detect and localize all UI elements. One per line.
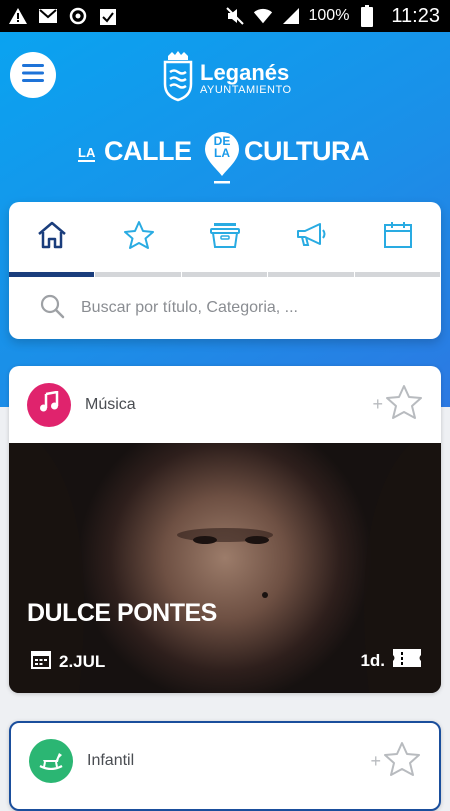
sync-icon <box>68 6 88 26</box>
event-card-header: Música + <box>9 366 441 443</box>
event-card-header: Infantil + <box>11 723 439 799</box>
search-input[interactable] <box>79 298 423 318</box>
pin-text-la: LA <box>214 146 230 160</box>
battery-percent: 100% <box>308 7 350 24</box>
leganes-logo: Leganés AYUNTAMIENTO <box>162 50 292 107</box>
calendar-icon <box>382 220 414 255</box>
basket-icon <box>208 220 242 255</box>
calle-de-la-cultura-logo: LA CALLE DE LA CULTURA <box>78 130 378 190</box>
search-icon <box>39 293 65 324</box>
clock: 11:23 <box>391 4 440 27</box>
tab-announcements[interactable] <box>268 202 354 272</box>
tab-home[interactable] <box>9 202 95 272</box>
ticket-icon <box>393 649 421 672</box>
wifi-icon <box>253 6 273 26</box>
tab-bar <box>9 202 441 272</box>
category-label: Infantil <box>87 752 135 769</box>
star-outline-icon <box>383 741 421 782</box>
plus-icon: + <box>372 394 383 414</box>
tab-shop[interactable] <box>182 202 268 272</box>
battery-icon <box>357 5 377 27</box>
event-card[interactable]: Música + DULCE PONTES 2.JUL 1d. <box>9 366 441 693</box>
event-duration-text: 1d. <box>360 650 385 670</box>
coat-of-arms-icon <box>162 50 194 107</box>
logo-cultura: CULTURA <box>244 136 369 166</box>
event-duration: 1d. <box>360 649 421 672</box>
signal-icon <box>281 6 301 26</box>
event-card[interactable]: Infantil + <box>9 721 441 811</box>
star-icon <box>123 220 155 255</box>
brand-subtitle: AYUNTAMIENTO <box>200 83 292 96</box>
status-bar: 100% 11:23 <box>0 0 450 32</box>
search-bar[interactable] <box>9 277 441 339</box>
favorite-button[interactable]: + <box>372 384 423 425</box>
music-note-icon <box>38 390 60 418</box>
brand-name: Leganés <box>200 59 290 85</box>
star-outline-icon <box>385 384 423 425</box>
event-date: 2.JUL <box>31 649 105 674</box>
mail-icon <box>38 6 58 26</box>
plus-icon: + <box>370 751 381 771</box>
category-badge <box>29 739 73 783</box>
tab-favorites[interactable] <box>95 202 181 272</box>
logo-calle: CALLE <box>104 136 192 166</box>
event-date-text: 2.JUL <box>59 651 106 671</box>
event-photo[interactable]: DULCE PONTES 2.JUL 1d. <box>9 443 441 693</box>
location-pin-icon: DE LA <box>202 130 242 185</box>
clipboard-icon <box>98 6 118 26</box>
calendar-icon <box>31 649 51 674</box>
menu-button[interactable] <box>10 52 56 98</box>
hamburger-icon <box>22 63 44 87</box>
logo-la: LA <box>78 145 96 162</box>
tab-indicator <box>9 272 441 277</box>
favorite-button[interactable]: + <box>370 741 421 782</box>
event-title: DULCE PONTES <box>27 599 217 627</box>
rocking-horse-icon <box>38 748 64 775</box>
megaphone-icon <box>294 220 328 255</box>
navigation-card <box>9 202 441 339</box>
tab-calendar[interactable] <box>355 202 441 272</box>
category-badge <box>27 382 71 427</box>
category-label: Música <box>85 395 136 413</box>
home-icon <box>36 220 68 255</box>
mute-icon <box>225 6 245 26</box>
warning-icon <box>8 6 28 26</box>
